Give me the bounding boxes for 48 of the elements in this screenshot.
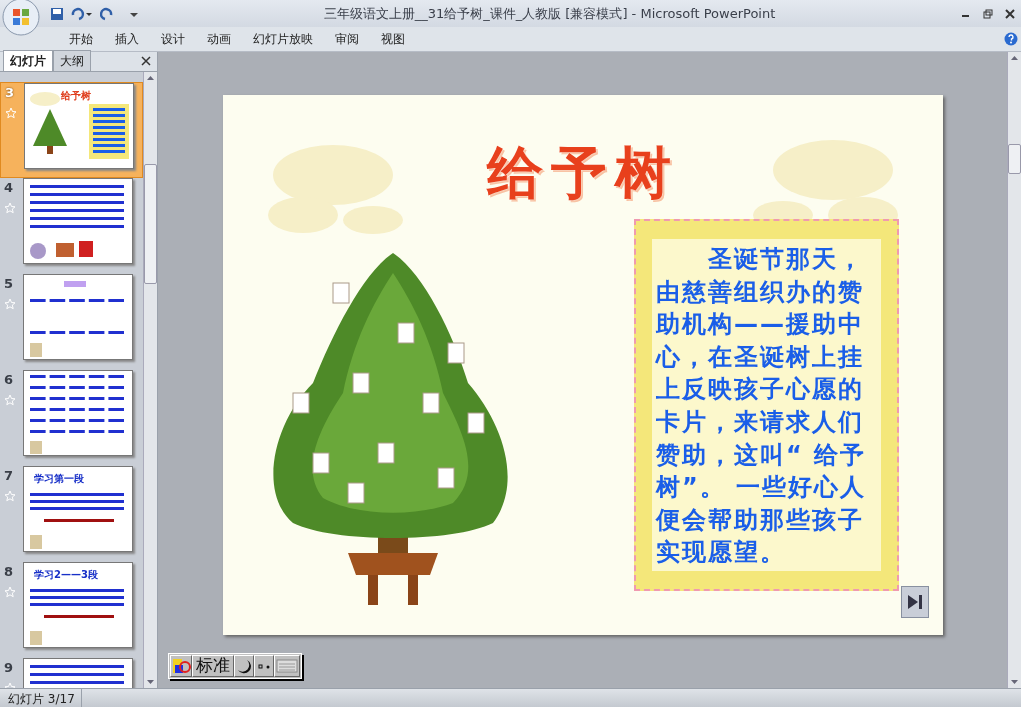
- moon-icon[interactable]: [234, 655, 254, 677]
- slide-text: 圣诞节那天，由慈善组织办的赞助机构——援助中心，在圣诞树上挂上反映孩子心愿的卡片，来请求人们赞助，这叫“ 给予树”。 一些好心人便会帮助那些孩子实现愿望。: [656, 244, 868, 569]
- slide-number: 6: [4, 371, 15, 389]
- ribbon-tab[interactable]: 开始: [58, 30, 104, 48]
- undo-icon[interactable]: [70, 6, 94, 21]
- scrollbar-thumb[interactable]: [1008, 144, 1021, 174]
- scrollbar-thumb[interactable]: [144, 164, 157, 284]
- input-mode-button[interactable]: 标准: [192, 655, 234, 677]
- slide-title: 给予树: [485, 139, 680, 207]
- slide-indicator: 幻灯片 3/17: [0, 689, 82, 707]
- animation-star-icon: [4, 394, 16, 406]
- ribbon-tab[interactable]: 插入: [104, 30, 150, 48]
- animation-star-icon: [4, 298, 16, 310]
- slide-thumbnail[interactable]: 给予树: [24, 83, 134, 169]
- close-icon[interactable]: [141, 56, 151, 66]
- slide-number: 9: [4, 659, 15, 677]
- thumbnail-title: 给予树: [61, 89, 91, 103]
- ime-logo-icon[interactable]: [170, 655, 192, 677]
- animation-star-icon: [5, 107, 17, 119]
- close-icon[interactable]: [1005, 8, 1015, 19]
- animation-star-icon: [4, 202, 16, 214]
- redo-icon[interactable]: [100, 6, 114, 21]
- pane-tab[interactable]: 幻灯片: [3, 50, 53, 71]
- restore-icon[interactable]: [983, 8, 993, 19]
- slide-number: 3: [5, 84, 16, 102]
- save-icon[interactable]: [50, 6, 64, 21]
- slide-number: 4: [4, 179, 15, 197]
- help-icon[interactable]: [1004, 32, 1018, 46]
- thumbnail-title: 学习第一段: [34, 472, 84, 486]
- ribbon-tab[interactable]: 幻灯片放映: [242, 30, 324, 48]
- pane-tab[interactable]: 大纲: [53, 50, 91, 71]
- next-slide-button[interactable]: [901, 586, 929, 618]
- keyboard-icon[interactable]: [274, 655, 300, 677]
- thumbnail-title: 学习2——3段: [34, 568, 98, 582]
- slide-number: 8: [4, 563, 15, 581]
- animation-star-icon: [4, 586, 16, 598]
- ribbon-tab[interactable]: 审阅: [324, 30, 370, 48]
- slide-thumbnail[interactable]: 学习2——3段: [23, 562, 133, 648]
- next-icon: [906, 593, 924, 611]
- slide-thumbnail[interactable]: 学习第一段: [23, 466, 133, 552]
- slide-number: 7: [4, 467, 15, 485]
- window-title: 三年级语文上册__31给予树_课件_人教版 [兼容模式] - Microsoft PowerPoint: [323, 5, 776, 21]
- animation-star-icon: [4, 490, 16, 502]
- ribbon-tab[interactable]: 视图: [370, 30, 416, 48]
- ribbon-tab[interactable]: 设计: [150, 30, 196, 48]
- punctuation-icon[interactable]: [254, 655, 274, 677]
- slide-number: 5: [4, 275, 15, 293]
- ribbon-tab[interactable]: 动画: [196, 30, 242, 48]
